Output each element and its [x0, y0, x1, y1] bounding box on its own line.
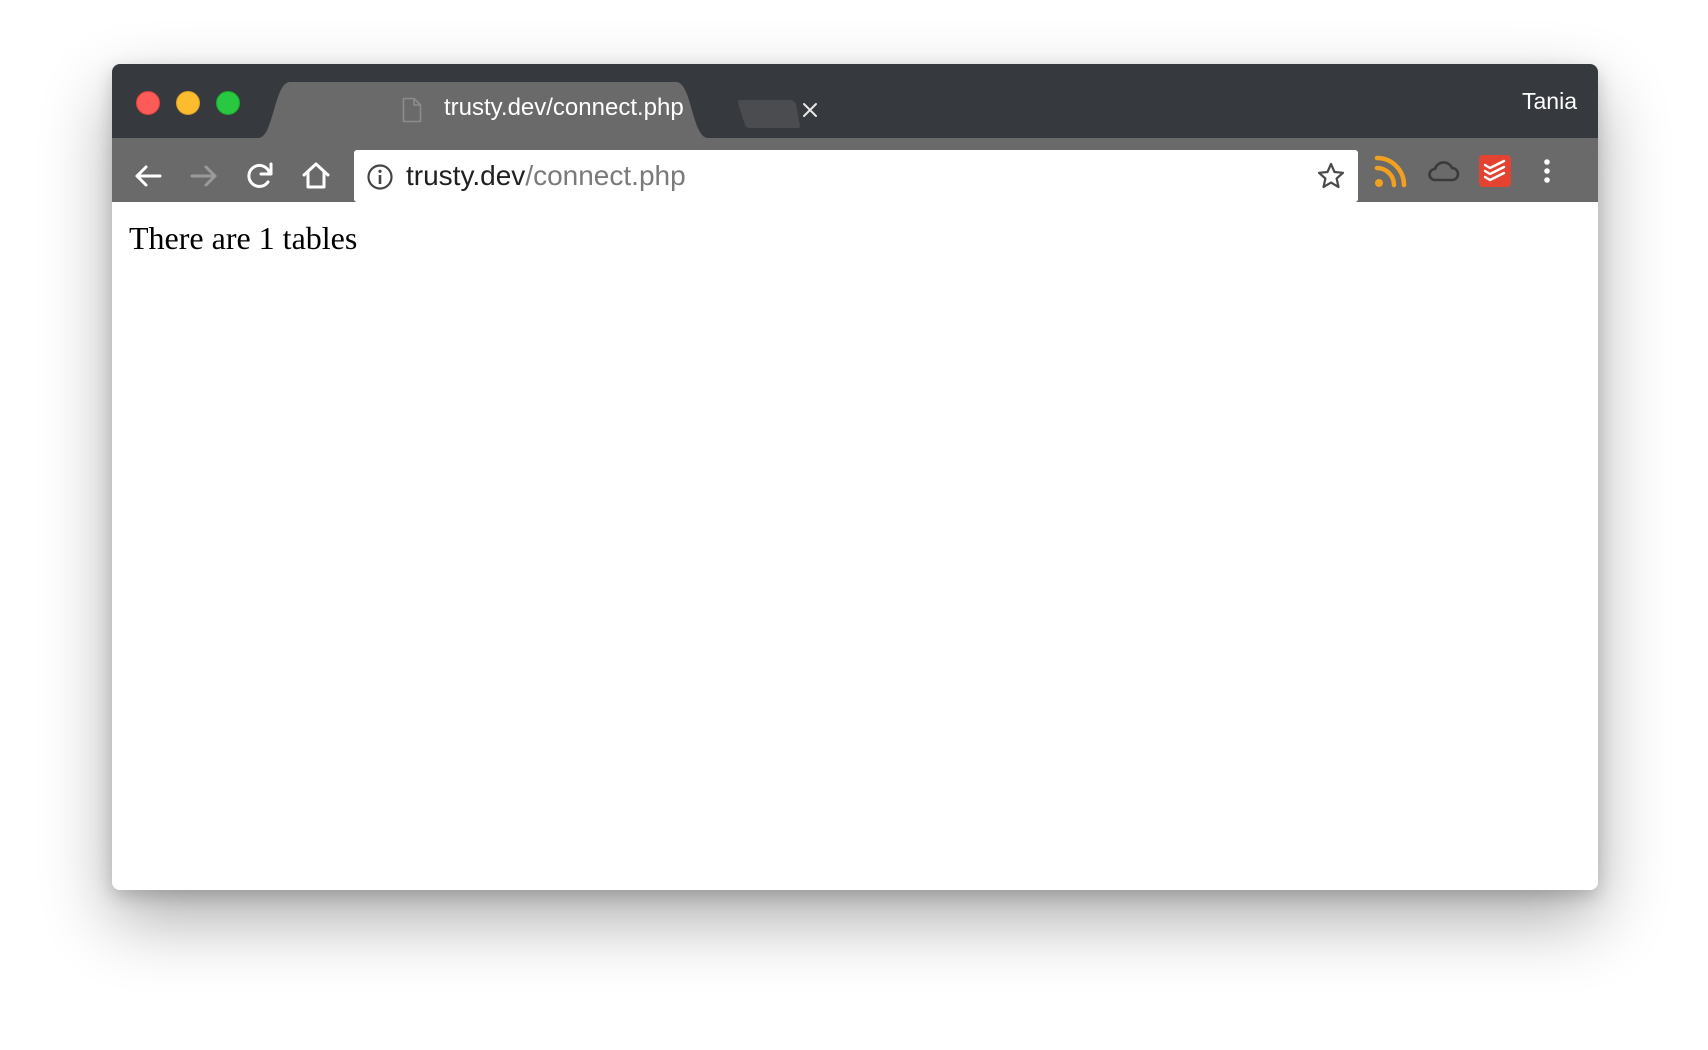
- tab-title: trusty.dev/connect.php: [444, 94, 684, 121]
- todoist-icon[interactable]: [1478, 154, 1512, 188]
- page-icon: [402, 97, 422, 123]
- cloud-icon[interactable]: [1426, 154, 1460, 188]
- bookmark-star-icon[interactable]: [1316, 161, 1346, 191]
- home-button[interactable]: [294, 154, 338, 198]
- rss-icon[interactable]: [1374, 154, 1408, 188]
- window-maximize-button[interactable]: [216, 91, 240, 115]
- url-path: /connect.php: [525, 160, 686, 191]
- window-close-button[interactable]: [136, 91, 160, 115]
- page-body-text: There are 1 tables: [129, 220, 358, 256]
- reload-button[interactable]: [238, 154, 282, 198]
- address-url[interactable]: trusty.dev/connect.php: [406, 160, 686, 192]
- back-button[interactable]: [126, 154, 170, 198]
- forward-arrow-icon: [190, 165, 217, 187]
- browser-window: trusty.dev/connect.php Tania trusty.dev/…: [112, 64, 1598, 890]
- new-tab-button[interactable]: [738, 98, 802, 130]
- menu-more-icon[interactable]: [1530, 154, 1564, 188]
- url-host: trusty.dev: [406, 160, 526, 191]
- window-minimize-button[interactable]: [176, 91, 200, 115]
- profile-name[interactable]: Tania: [1522, 88, 1577, 115]
- back-arrow-icon: [135, 165, 162, 187]
- page-content: There are 1 tables: [112, 202, 1598, 890]
- reload-icon: [247, 162, 273, 188]
- info-icon[interactable]: [366, 163, 394, 191]
- address-bar[interactable]: trusty.dev/connect.php: [354, 150, 1358, 202]
- title-bar: trusty.dev/connect.php Tania: [112, 64, 1598, 138]
- forward-button[interactable]: [182, 154, 226, 198]
- home-icon: [302, 162, 330, 189]
